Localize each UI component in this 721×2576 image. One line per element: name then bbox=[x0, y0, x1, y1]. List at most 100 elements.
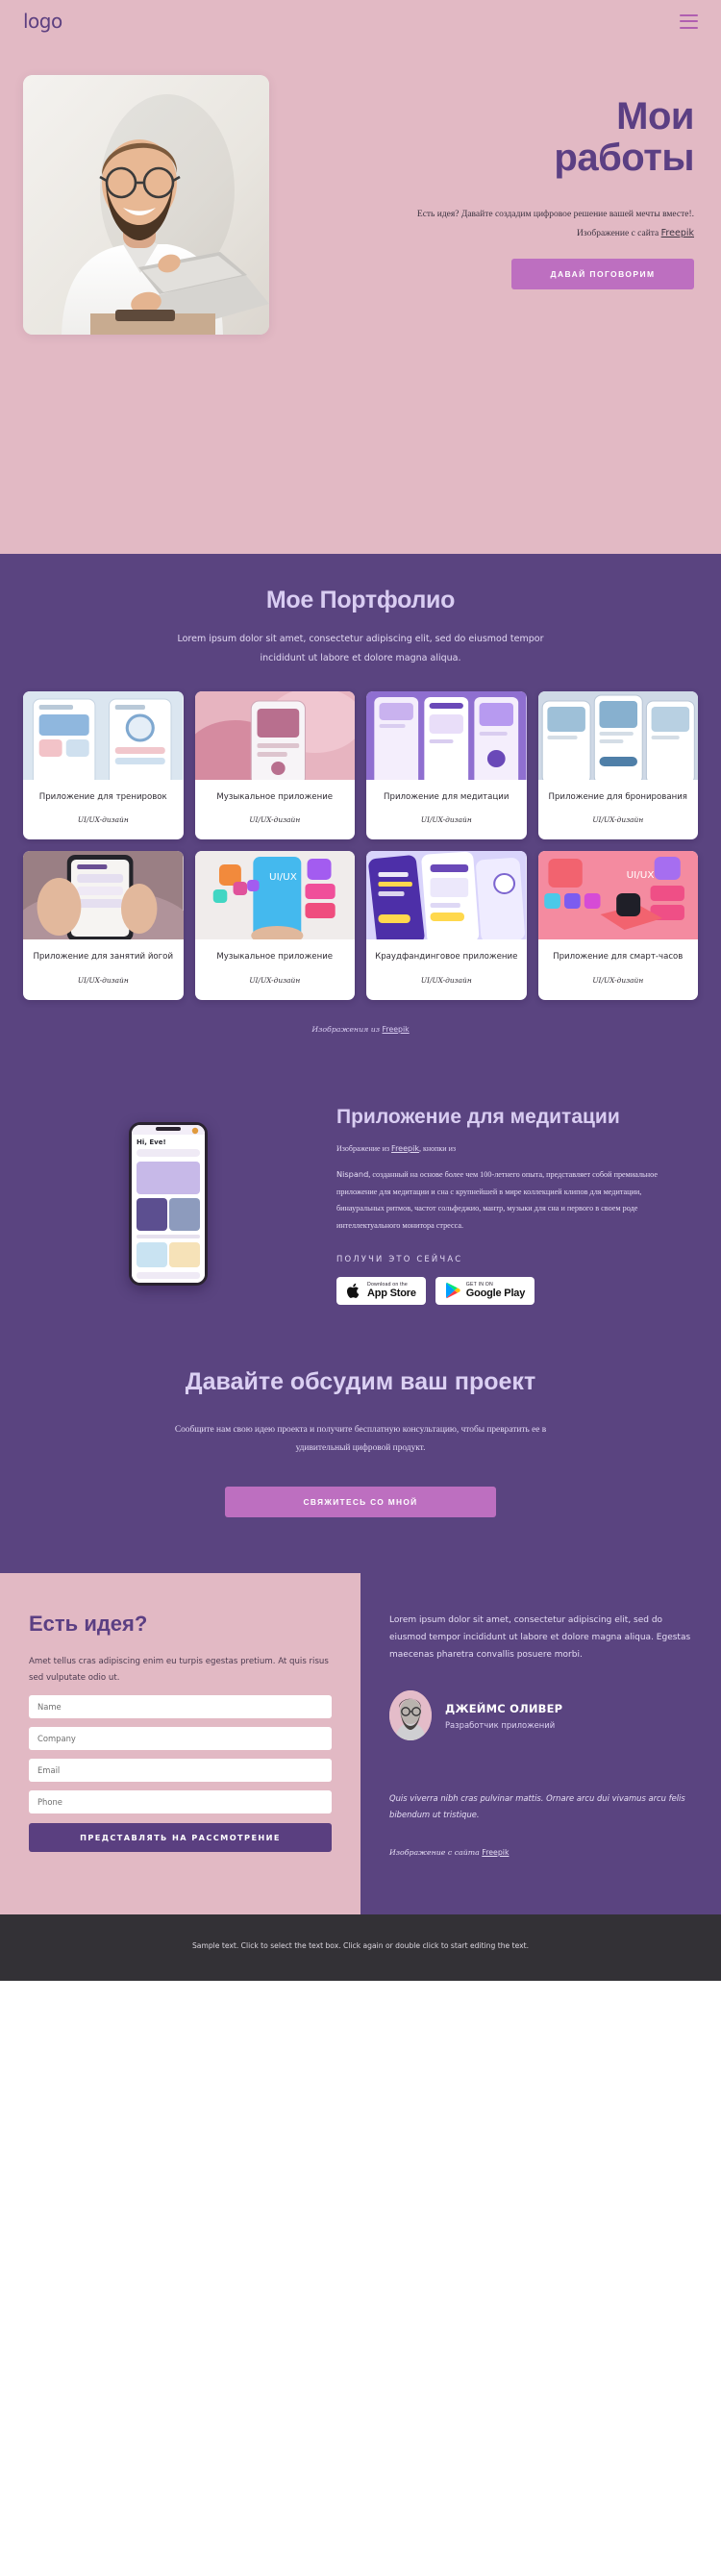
lets-talk-button[interactable]: ДАВАЙ ПОГОВОРИМ bbox=[511, 259, 694, 290]
portfolio-card-title: Краудфандинговое приложение bbox=[375, 952, 518, 963]
meditation-app-section: Hi, Eve! Приложение для медитации Изобра… bbox=[0, 1065, 721, 1343]
portfolio-card-tag: UI/UX-дизайн bbox=[249, 975, 301, 985]
smartwatch-app-3d-mockup-icon: UI/UX bbox=[537, 851, 698, 940]
discuss-project-section: Давайте обсудим ваш проект Сообщите нам … bbox=[0, 1342, 721, 1574]
portfolio-card[interactable]: Приложение для бронирования UI/UX-дизайн bbox=[537, 690, 699, 840]
footer: Sample text. Click to select the text bo… bbox=[0, 1913, 721, 1982]
portfolio-image-credit: Изображения из Freepik bbox=[0, 1025, 721, 1034]
testimonial-quote: Quis viverra nibh cras pulvinar mattis. … bbox=[389, 1793, 685, 1819]
hero-text-block: Мои работы Есть идея? Давайте создадим ц… bbox=[406, 95, 694, 290]
meditation-app-brand: Nispand bbox=[336, 1169, 369, 1180]
meditation-app-mockup-icon bbox=[366, 690, 527, 780]
testimonial-credit-prefix: Изображение с сайта bbox=[389, 1847, 483, 1857]
meditation-app-title: Приложение для медитации bbox=[336, 1105, 620, 1128]
hero-section: logo Мои работы Есть идея? Давайте созда… bbox=[0, 0, 721, 554]
music-app-hand-photo-icon bbox=[194, 690, 355, 780]
yoga-app-hand-photo-icon bbox=[23, 851, 184, 940]
testimonial-body: Lorem ipsum dolor sit amet, consectetur … bbox=[389, 1615, 691, 1661]
page-title: Мои работы bbox=[406, 95, 694, 179]
meditation-app-description: Nispand, созданный на основе более чем 1… bbox=[336, 1166, 659, 1235]
portfolio-card-meta: Приложение для медитации UI/UX-дизайн bbox=[366, 780, 527, 839]
portfolio-card-title: Музыкальное приложение bbox=[216, 791, 334, 802]
portfolio-freepik-link[interactable]: Freepik bbox=[383, 1025, 410, 1034]
email-field[interactable] bbox=[29, 1758, 332, 1782]
hamburger-menu-icon[interactable] bbox=[680, 13, 698, 29]
meditation-app-paragraph: , созданный на основе более чем 100-летн… bbox=[336, 1170, 658, 1230]
portfolio-card-image: UI/UX bbox=[194, 851, 355, 940]
avatar-portrait-icon bbox=[389, 1690, 432, 1741]
portfolio-card-title: Приложение для смарт-часов bbox=[553, 952, 684, 963]
portfolio-card[interactable]: Приложение для медитации UI/UX-дизайн bbox=[366, 690, 527, 840]
portfolio-card[interactable]: UI/UX Музыкальное приложение UI/UX-дизай… bbox=[194, 851, 356, 1000]
portfolio-card-image bbox=[194, 690, 355, 780]
testimonial-person-role: Разработчик приложений bbox=[445, 1719, 556, 1730]
meditation-app-text-block: Приложение для медитации Изображение из … bbox=[336, 1105, 687, 1305]
testimonial-freepik-link[interactable]: Freepik bbox=[482, 1848, 509, 1857]
hero-photo bbox=[23, 75, 269, 335]
google-play-icon bbox=[445, 1282, 460, 1299]
testimonial-person: ДЖЕЙМС ОЛИВЕР Разработчик приложений bbox=[389, 1690, 692, 1741]
phone-frame: Hi, Eve! bbox=[129, 1121, 208, 1286]
portfolio-card-title: Приложение для занятий йогой bbox=[33, 952, 174, 963]
app-store-text: Download on the App Store bbox=[367, 1282, 416, 1299]
company-field[interactable] bbox=[29, 1726, 332, 1750]
google-play-big: Google Play bbox=[465, 1288, 526, 1300]
portfolio-card-tag: UI/UX-дизайн bbox=[420, 975, 472, 985]
hero-freepik-link[interactable]: Freepik bbox=[661, 228, 694, 238]
portfolio-card[interactable]: UI/UX Приложение для смарт-часов UI/UX-д… bbox=[537, 851, 698, 1000]
portfolio-credit-text: Изображения из bbox=[311, 1024, 383, 1034]
contact-form: ПРЕДСТАВЛЯТЬ НА РАССМОТРЕНИЕ bbox=[29, 1694, 332, 1852]
portfolio-title: Мое Портфолио bbox=[265, 587, 456, 613]
portfolio-section: Мое Портфолио Lorem ipsum dolor sit amet… bbox=[0, 554, 721, 1066]
app-store-big: App Store bbox=[367, 1288, 416, 1300]
portfolio-card-tag: UI/UX-дизайн bbox=[77, 975, 129, 985]
portfolio-card-image bbox=[537, 690, 698, 780]
site-logo[interactable]: logo bbox=[23, 10, 62, 33]
name-field[interactable] bbox=[29, 1694, 332, 1718]
workout-app-mockup-icon bbox=[23, 690, 184, 780]
store-badges: Download on the App Store GET IN ON Goog… bbox=[336, 1276, 659, 1305]
portfolio-card[interactable]: Приложение для занятий йогой UI/UX-дизай… bbox=[23, 851, 184, 1000]
portfolio-card[interactable]: Приложение для тренировок UI/UX-дизайн bbox=[23, 690, 184, 840]
portfolio-card-meta: Приложение для бронирования UI/UX-дизайн bbox=[538, 780, 699, 839]
discuss-paragraph: Сообщите нам свою идею проекта и получит… bbox=[174, 1424, 547, 1453]
portfolio-card-tag: UI/UX-дизайн bbox=[249, 815, 301, 825]
portfolio-subtitle: Lorem ipsum dolor sit amet, consectetur … bbox=[177, 634, 544, 663]
hero-subtitle-text: Есть идея? Давайте создадим цифровое реш… bbox=[416, 210, 694, 239]
meditation-app-phone-mockup: Hi, Eve! bbox=[0, 1105, 336, 1286]
portfolio-card-image bbox=[23, 690, 184, 780]
submit-button[interactable]: ПРЕДСТАВЛЯТЬ НА РАССМОТРЕНИЕ bbox=[29, 1822, 332, 1852]
contact-me-button[interactable]: СВЯЖИТЕСЬ СО МНОЙ bbox=[225, 1487, 496, 1518]
hero-title-line-1: Мои bbox=[616, 95, 694, 138]
svg-text:UI/UX: UI/UX bbox=[269, 872, 297, 883]
meditation-freepik-link[interactable]: Freepik bbox=[391, 1144, 419, 1153]
portfolio-card-meta: Приложение для тренировок UI/UX-дизайн bbox=[23, 780, 184, 839]
portfolio-card-title: Приложение для бронирования bbox=[548, 791, 687, 802]
contact-split-section: Есть идея? Amet tellus cras adipiscing e… bbox=[0, 1573, 721, 1914]
portfolio-card-meta: Музыкальное приложение UI/UX-дизайн bbox=[195, 939, 356, 999]
svg-text:UI/UX: UI/UX bbox=[626, 870, 654, 881]
app-store-badge[interactable]: Download on the App Store bbox=[336, 1276, 426, 1305]
testimonial-credit: Изображение с сайта Freepik bbox=[389, 1848, 692, 1857]
contact-form-panel: Есть идея? Amet tellus cras adipiscing e… bbox=[0, 1573, 360, 1914]
contact-form-lead: Amet tellus cras adipiscing enim eu turp… bbox=[29, 1657, 329, 1683]
portfolio-card-image bbox=[366, 690, 527, 780]
portfolio-card-meta: Краудфандинговое приложение UI/UX-дизайн bbox=[366, 939, 527, 999]
portfolio-card-tag: UI/UX-дизайн bbox=[77, 815, 129, 825]
meditation-app-credit: Изображение из Freepik, кнопки из bbox=[336, 1144, 659, 1153]
portfolio-card-image: UI/UX bbox=[537, 851, 698, 940]
contact-form-title: Есть идея? bbox=[29, 1612, 148, 1637]
meditation-credit-suffix: , кнопки из bbox=[418, 1144, 457, 1154]
phone-notch bbox=[156, 1126, 181, 1131]
portfolio-card-tag: UI/UX-дизайн bbox=[420, 815, 472, 825]
footer-sample-text[interactable]: Sample text. Click to select the text bo… bbox=[0, 1939, 721, 1952]
portfolio-card-title: Приложение для медитации bbox=[384, 791, 510, 802]
meditation-app-screen-icon: Hi, Eve! bbox=[132, 1124, 205, 1283]
svg-text:Hi, Eve!: Hi, Eve! bbox=[137, 1138, 166, 1146]
phone-field[interactable] bbox=[29, 1789, 332, 1813]
portfolio-card[interactable]: Музыкальное приложение UI/UX-дизайн bbox=[194, 690, 355, 840]
portfolio-card[interactable]: Краудфандинговое приложение UI/UX-дизайн bbox=[366, 851, 527, 1000]
google-play-badge[interactable]: GET IN ON Google Play bbox=[435, 1276, 535, 1305]
portfolio-card-image bbox=[23, 851, 184, 940]
hero-subtitle: Есть идея? Давайте создадим цифровое реш… bbox=[406, 206, 694, 243]
